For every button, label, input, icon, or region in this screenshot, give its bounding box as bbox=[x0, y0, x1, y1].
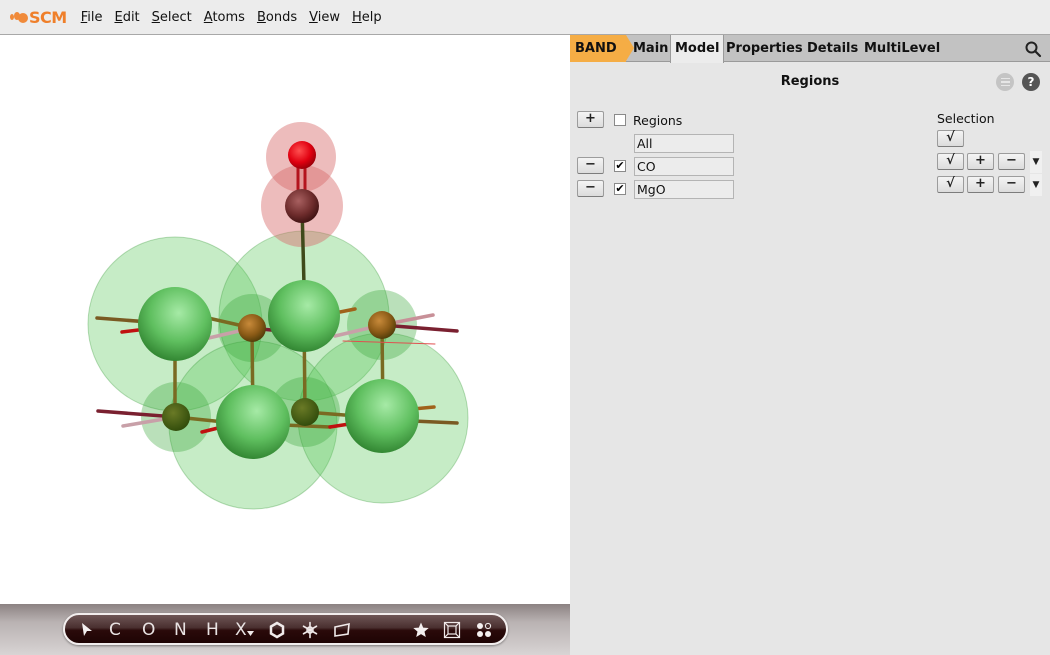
molecule-viewport[interactable] bbox=[0, 35, 570, 605]
o-atom bbox=[288, 141, 316, 169]
c-atom bbox=[285, 189, 319, 223]
carbon-button[interactable]: C bbox=[109, 619, 121, 641]
menu-select-mnemonic: S bbox=[151, 9, 160, 25]
crystal-button[interactable] bbox=[443, 619, 461, 641]
region-mgo-name-field[interactable]: MgO bbox=[634, 180, 734, 199]
dropdown-triangle-icon bbox=[246, 631, 254, 636]
remove-from-region-mgo-button[interactable]: − bbox=[998, 176, 1025, 193]
region-mgo-options-dropdown[interactable]: ▼ bbox=[1030, 174, 1042, 196]
other-element-button[interactable]: X bbox=[235, 619, 254, 641]
add-to-region-co-button[interactable]: + bbox=[967, 153, 994, 170]
menu-view-label: iew bbox=[317, 9, 340, 25]
dots-icon bbox=[477, 622, 492, 637]
builder-toolbar: C O N H X bbox=[63, 613, 508, 645]
menu-icon-line bbox=[1000, 84, 1010, 87]
selection-header-label: Selection bbox=[937, 111, 995, 126]
plane-icon bbox=[334, 622, 350, 637]
select-pointer-button[interactable] bbox=[79, 619, 95, 641]
scm-logo[interactable]: SCM bbox=[10, 8, 67, 27]
add-to-region-mgo-button[interactable]: + bbox=[967, 176, 994, 193]
menu-help-label: elp bbox=[361, 9, 382, 25]
panel-title: Regions bbox=[780, 74, 840, 89]
tab-multilevel[interactable]: MultiLevel bbox=[864, 35, 940, 62]
more-tools-button[interactable] bbox=[475, 619, 493, 641]
oxygen-button[interactable]: O bbox=[142, 619, 155, 641]
tab-properties[interactable]: Properties bbox=[726, 35, 803, 62]
amsinput-window: SCM File Edit Select Atoms Bonds View He… bbox=[0, 0, 1050, 655]
remove-region-mgo-button[interactable]: − bbox=[577, 180, 604, 197]
remove-from-region-co-button[interactable]: − bbox=[998, 153, 1025, 170]
tab-band-label: BAND bbox=[575, 41, 617, 56]
region-mgo-visible-checkbox[interactable]: ✔ bbox=[614, 183, 626, 195]
mg-atom bbox=[138, 287, 212, 361]
menu-view-mnemonic: V bbox=[309, 9, 318, 25]
o-atom-slab bbox=[368, 311, 396, 339]
scm-logo-icon bbox=[10, 10, 28, 24]
tab-model[interactable]: Model bbox=[670, 35, 725, 63]
menu-icon-line bbox=[1000, 77, 1010, 80]
menu-icon-line bbox=[1000, 81, 1010, 83]
regions-header-label: Regions bbox=[633, 113, 683, 128]
menu-edit-label: dit bbox=[122, 9, 140, 25]
region-all-field[interactable]: All bbox=[634, 134, 734, 153]
o-atom-slab bbox=[291, 398, 319, 426]
menu-help-mnemonic: H bbox=[351, 9, 362, 25]
menu-bonds-mnemonic: B bbox=[256, 9, 266, 25]
structures-button[interactable] bbox=[301, 619, 319, 641]
menu-help[interactable]: Help bbox=[352, 10, 382, 25]
scm-logo-text: SCM bbox=[29, 7, 67, 27]
mg-atom bbox=[345, 379, 419, 453]
ring-button[interactable] bbox=[269, 619, 285, 641]
molecule-scene[interactable] bbox=[0, 35, 570, 605]
tab-main[interactable]: Main bbox=[633, 35, 668, 62]
hexagon-icon bbox=[269, 621, 285, 639]
region-co-visible-checkbox[interactable]: ✔ bbox=[614, 160, 626, 172]
cube-icon bbox=[443, 621, 461, 639]
select-region-co-button[interactable]: √ bbox=[937, 153, 964, 170]
search-icon bbox=[1025, 41, 1042, 58]
menu-bonds[interactable]: Bonds bbox=[257, 10, 297, 25]
o-atom-slab bbox=[238, 314, 266, 342]
menu-file-label: ile bbox=[87, 9, 103, 25]
mg-atom bbox=[268, 280, 340, 352]
search-button[interactable] bbox=[1024, 40, 1042, 58]
plane-button[interactable] bbox=[333, 619, 351, 641]
menu-atoms-label: toms bbox=[212, 9, 245, 25]
region-co-options-dropdown[interactable]: ▼ bbox=[1030, 151, 1042, 173]
menu-select-label: elect bbox=[159, 9, 192, 25]
menu-edit[interactable]: Edit bbox=[114, 10, 139, 25]
favorites-button[interactable] bbox=[412, 619, 430, 641]
menu-atoms[interactable]: Atoms bbox=[204, 10, 245, 25]
mgo-region-halos bbox=[87, 230, 469, 510]
menu-view[interactable]: View bbox=[309, 10, 340, 25]
properties-panel: BAND Main Model Properties Details Multi… bbox=[570, 35, 1050, 655]
mg-atom bbox=[216, 385, 290, 459]
other-element-label: X bbox=[235, 620, 247, 640]
tab-details[interactable]: Details bbox=[807, 35, 858, 62]
tab-band-engine[interactable]: BAND bbox=[570, 35, 634, 62]
o-atom-slab bbox=[162, 403, 190, 431]
menu-bonds-label: onds bbox=[265, 9, 298, 25]
regions-all-checkbox[interactable] bbox=[614, 114, 626, 126]
pointer-icon bbox=[82, 623, 92, 636]
select-region-mgo-button[interactable]: √ bbox=[937, 176, 964, 193]
help-button[interactable]: ? bbox=[1022, 73, 1040, 91]
star-icon bbox=[413, 622, 429, 637]
add-region-button[interactable]: + bbox=[577, 111, 604, 128]
select-all-button[interactable]: √ bbox=[937, 130, 964, 147]
menu-file[interactable]: File bbox=[81, 10, 103, 25]
panel-menu-button[interactable] bbox=[996, 73, 1014, 91]
menu-select[interactable]: Select bbox=[152, 10, 192, 25]
hydrogen-button[interactable]: H bbox=[206, 619, 219, 641]
region-co-name-field[interactable]: CO bbox=[634, 157, 734, 176]
nitrogen-button[interactable]: N bbox=[174, 619, 187, 641]
menu-bar: SCM File Edit Select Atoms Bonds View He… bbox=[0, 0, 1050, 35]
remove-region-co-button[interactable]: − bbox=[577, 157, 604, 174]
menu-edit-mnemonic: E bbox=[114, 9, 123, 25]
snowflake-icon bbox=[302, 621, 318, 639]
toolbar-area: C O N H X bbox=[0, 604, 570, 655]
panel-tab-bar: BAND Main Model Properties Details Multi… bbox=[570, 35, 1050, 63]
